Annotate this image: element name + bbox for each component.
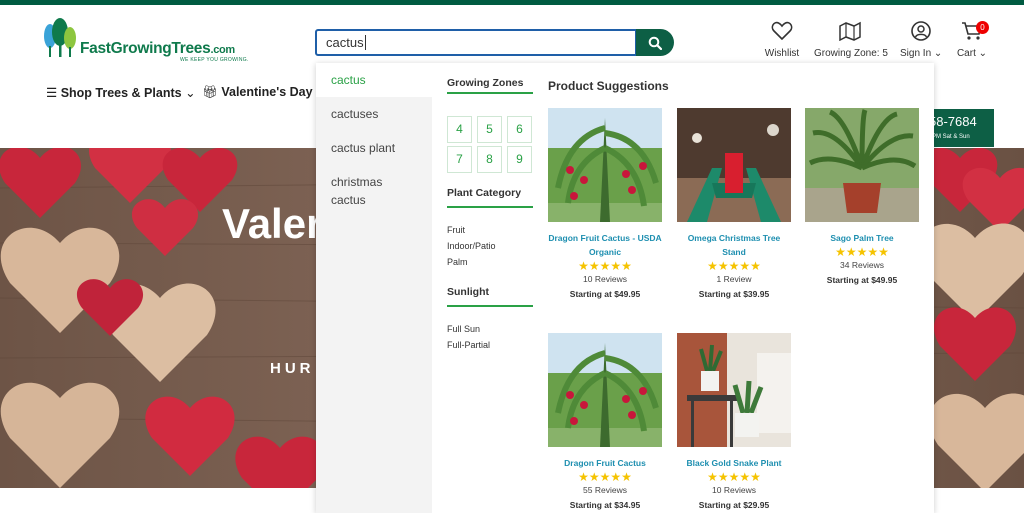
zone-button[interactable]: 4	[447, 116, 472, 143]
growing-zones-title: Growing Zones	[447, 77, 524, 89]
heart-icon	[771, 21, 793, 41]
chevron-down-icon: ⌄	[933, 48, 943, 59]
chevron-down-icon: ⌄	[978, 48, 988, 59]
product-name[interactable]: Sago Palm Tree	[830, 233, 893, 243]
section-divider	[447, 92, 533, 94]
hero-subtitle: HUR	[270, 360, 315, 377]
zone-button[interactable]: 6	[507, 116, 532, 143]
star-rating: ★★★★★	[707, 470, 761, 484]
product-price: Starting at $49.95	[826, 275, 898, 285]
review-count[interactable]: 55 Reviews	[548, 484, 662, 497]
nav-valentines-day[interactable]: 🎁︎ Valentine's Day G	[202, 85, 326, 100]
hamburger-icon: ☰	[46, 86, 58, 100]
user-icon	[911, 21, 931, 41]
category-link[interactable]: Fruit	[447, 225, 465, 235]
product-name[interactable]: Omega Christmas Tree	[688, 233, 781, 243]
product-name[interactable]: Dragon Fruit Cactus	[548, 456, 662, 470]
cart-label: Cart	[956, 48, 976, 59]
sunlight-title: Sunlight	[447, 286, 489, 298]
sign-in-link[interactable]: Sign In ⌄	[900, 21, 942, 59]
section-divider	[447, 305, 533, 307]
growing-zone-link[interactable]: Growing Zone: 5	[814, 21, 888, 59]
review-count[interactable]: 1 Review	[677, 273, 791, 286]
hero-title: Valer	[222, 200, 323, 247]
suggestion-line: cactus	[331, 193, 366, 207]
product-name[interactable]: Black Gold Snake Plant	[677, 456, 791, 470]
nav-valentines-label: Valentine's Day G	[221, 85, 326, 99]
zone-button[interactable]: 7	[447, 146, 472, 173]
search-icon	[648, 36, 662, 50]
category-link[interactable]: Palm	[447, 257, 468, 267]
suggestions-column	[316, 63, 432, 513]
review-count[interactable]: 10 Reviews	[677, 484, 791, 497]
product-name[interactable]: Dragon Fruit Cactus - USDA	[548, 233, 661, 243]
suggestion-item[interactable]: christmas cactus	[331, 173, 382, 209]
suggestion-item[interactable]: cactus	[331, 71, 366, 89]
zone-button[interactable]: 9	[507, 146, 532, 173]
sunlight-link[interactable]: Full-Partial	[447, 340, 490, 350]
product-name[interactable]: Stand	[722, 247, 746, 257]
nav-shop-label: Shop Trees & Plants	[60, 86, 182, 100]
growing-zone-label: Growing Zone: 5	[814, 48, 888, 59]
trees-logo-icon	[44, 18, 76, 57]
product-card[interactable]: Sago Palm Tree ★★★★★ 34 Reviews Starting…	[805, 108, 919, 287]
suggestion-item[interactable]: cactus plant	[331, 139, 395, 157]
gift-icon: 🎁︎	[202, 85, 218, 99]
product-image[interactable]	[548, 333, 662, 447]
chevron-down-icon: ⌄	[185, 86, 196, 100]
map-icon	[839, 21, 861, 42]
zone-button[interactable]: 8	[477, 146, 502, 173]
product-card[interactable]: Omega Christmas Tree Stand ★★★★★ 1 Review…	[677, 108, 791, 301]
plant-category-title: Plant Category	[447, 187, 522, 199]
nav-shop-trees-plants[interactable]: ☰ Shop Trees & Plants ⌄	[46, 85, 196, 100]
product-image[interactable]	[548, 108, 662, 222]
wishlist-link[interactable]: Wishlist	[763, 21, 801, 59]
product-image[interactable]	[805, 108, 919, 222]
logo-domain: .com	[210, 44, 235, 56]
suggestion-line: christmas	[331, 175, 383, 189]
review-count[interactable]: 10 Reviews	[548, 273, 662, 286]
product-card[interactable]: Dragon Fruit Cactus ★★★★★ 55 Reviews Sta…	[548, 333, 662, 512]
zone-button[interactable]: 5	[477, 116, 502, 143]
site-logo[interactable]: FastGrowingTrees.com WE KEEP YOU GROWING…	[42, 18, 248, 63]
search-input[interactable]: cactus	[315, 29, 637, 56]
product-price: Starting at $49.95	[569, 289, 641, 299]
star-rating: ★★★★★	[707, 259, 761, 273]
product-suggestions-title: Product Suggestions	[548, 79, 669, 93]
sign-in-label: Sign In	[900, 48, 932, 59]
product-image[interactable]	[677, 108, 791, 222]
star-rating: ★★★★★	[578, 259, 632, 273]
star-rating: ★★★★★	[835, 245, 889, 259]
product-price: Starting at $34.95	[569, 500, 641, 510]
product-price: Starting at $39.95	[698, 289, 770, 299]
product-card[interactable]: Black Gold Snake Plant ★★★★★ 10 Reviews …	[677, 333, 791, 512]
section-divider	[447, 206, 533, 208]
logo-tagline: WE KEEP YOU GROWING.	[180, 57, 249, 63]
logo-name: FastGrowingTrees	[80, 40, 211, 57]
wishlist-label: Wishlist	[764, 48, 800, 59]
phone-hours: PM Sat & Sun	[932, 134, 970, 140]
search-button[interactable]	[636, 29, 674, 56]
sunlight-link[interactable]: Full Sun	[447, 324, 480, 334]
product-card[interactable]: Dragon Fruit Cactus - USDA Organic ★★★★★ …	[548, 108, 662, 301]
product-name[interactable]: Organic	[589, 247, 621, 257]
star-rating: ★★★★★	[578, 470, 632, 484]
product-price: Starting at $29.95	[698, 500, 770, 510]
cart-count-badge: 0	[976, 21, 989, 34]
phone-number: 58-7684	[929, 114, 977, 129]
search-value: cactus	[326, 35, 364, 50]
search-suggestions-dropdown: cactus cactuses cactus plant christmas ca…	[316, 63, 934, 513]
suggestion-item[interactable]: cactuses	[331, 105, 378, 123]
review-count[interactable]: 34 Reviews	[805, 259, 919, 272]
category-link[interactable]: Indoor/Patio	[447, 241, 496, 251]
product-image[interactable]	[677, 333, 791, 447]
